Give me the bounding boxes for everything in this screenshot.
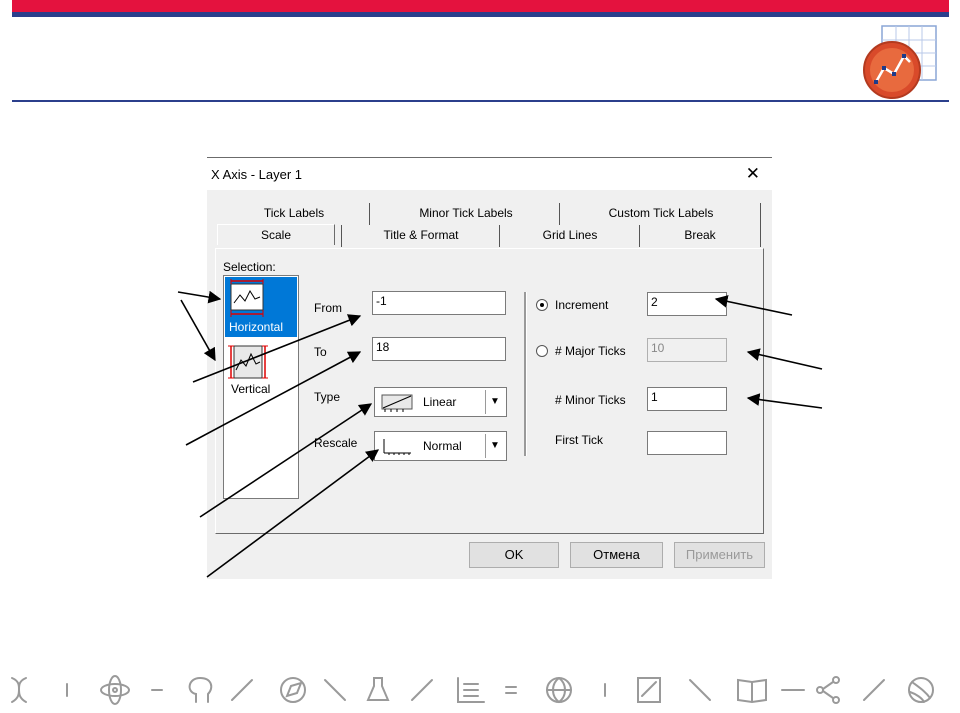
separator — [324, 679, 346, 701]
arrow — [180, 299, 216, 362]
arrow — [746, 393, 823, 409]
arrow — [206, 449, 380, 578]
compass-icon — [280, 677, 306, 703]
dna-icon — [11, 677, 27, 703]
arrow — [714, 295, 793, 316]
chart-icon — [457, 677, 485, 703]
arrow — [185, 351, 362, 446]
ball-icon — [908, 677, 934, 703]
arrow — [177, 290, 222, 304]
brain-icon — [188, 676, 213, 703]
book-icon — [737, 678, 767, 704]
separator — [689, 679, 711, 701]
globe-icon — [546, 677, 572, 704]
flask-icon — [366, 677, 390, 701]
molecule-icon — [816, 676, 840, 704]
drawing-icon — [637, 677, 661, 703]
arrow — [199, 403, 373, 518]
arrow — [192, 314, 362, 383]
atom-icon — [100, 675, 130, 705]
separator — [863, 679, 885, 701]
separator — [411, 679, 433, 701]
footer-icon-strip — [11, 675, 934, 705]
arrow — [746, 348, 823, 370]
separator — [231, 679, 253, 701]
annotation-arrows — [177, 290, 823, 578]
